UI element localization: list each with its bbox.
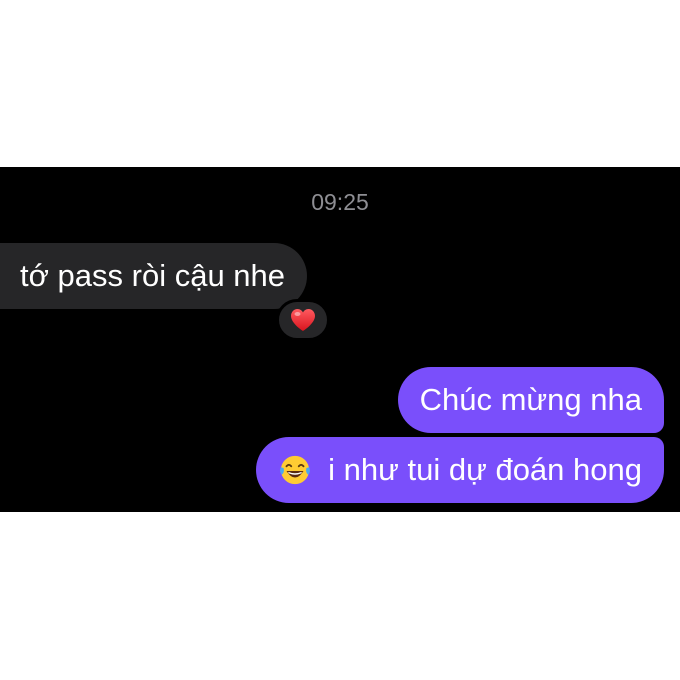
- message-timestamp: 09:25: [311, 189, 369, 215]
- outgoing-message-text: Chúc mừng nha: [419, 382, 642, 417]
- outgoing-message-bubble[interactable]: i như tui dự đoán hong: [256, 437, 664, 503]
- tears-of-joy-emoji-icon: [280, 455, 311, 485]
- chat-thread[interactable]: 09:25 tớ pass ròi cậu nhe Chúc mừng nha: [0, 167, 680, 512]
- screenshot-page: 09:25 tớ pass ròi cậu nhe Chúc mừng nha: [0, 0, 680, 680]
- incoming-message-text: tớ pass ròi cậu nhe: [20, 258, 286, 293]
- outgoing-message-bubble[interactable]: Chúc mừng nha: [397, 367, 664, 433]
- outgoing-message-text: i như tui dự đoán hong: [328, 452, 642, 487]
- message-reaction[interactable]: [276, 299, 330, 341]
- red-heart-icon: [291, 309, 315, 331]
- incoming-message-bubble[interactable]: tớ pass ròi cậu nhe: [0, 243, 308, 309]
